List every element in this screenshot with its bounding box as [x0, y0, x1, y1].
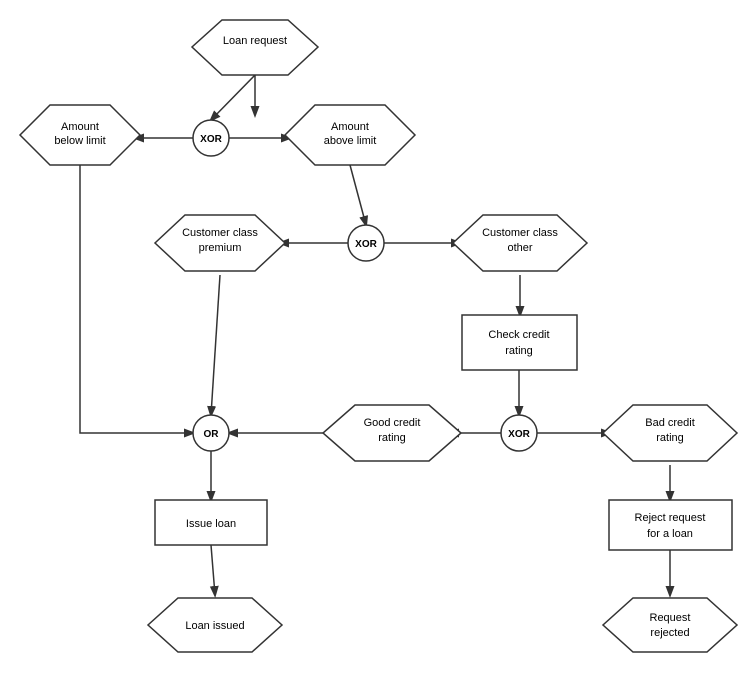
- reject-request-label: Reject request: [635, 512, 706, 524]
- reject-request-node: Reject request for a loan: [609, 500, 732, 550]
- check-credit-node: Check credit rating: [462, 315, 577, 370]
- loan-request-label: Loan request: [223, 35, 287, 47]
- amount-above-node: Amount above limit: [285, 105, 415, 165]
- customer-other-node: Customer class other: [453, 215, 587, 271]
- good-credit-node: Good credit rating: [323, 405, 461, 461]
- amount-below-label: Amount: [61, 121, 99, 133]
- or-label: OR: [204, 429, 220, 440]
- customer-premium-label: Customer class: [182, 227, 258, 239]
- svg-text:below limit: below limit: [54, 135, 105, 147]
- diagram-container: Loan request XOR Amount below limit Amou…: [0, 0, 746, 691]
- xor1-node: XOR: [193, 120, 229, 156]
- loan-request-node: Loan request: [192, 20, 318, 75]
- flowchart-svg: Loan request XOR Amount below limit Amou…: [0, 0, 746, 691]
- svg-text:premium: premium: [199, 242, 242, 254]
- svg-text:rating: rating: [505, 345, 533, 357]
- issue-loan-node: Issue loan: [155, 500, 267, 545]
- request-rejected-node: Request rejected: [603, 598, 737, 652]
- customer-premium-node: Customer class premium: [155, 215, 285, 271]
- loan-issued-node: Loan issued: [148, 598, 282, 652]
- good-credit-label: Good credit: [364, 417, 421, 429]
- or-node: OR: [193, 415, 229, 451]
- svg-text:other: other: [507, 242, 532, 254]
- xor3-label: XOR: [508, 429, 530, 440]
- xor2-node: XOR: [348, 225, 384, 261]
- request-rejected-label: Request: [650, 612, 691, 624]
- xor2-label: XOR: [355, 239, 377, 250]
- xor1-label: XOR: [200, 134, 222, 145]
- svg-text:rating: rating: [656, 432, 684, 444]
- svg-text:rejected: rejected: [650, 627, 689, 639]
- customer-other-label: Customer class: [482, 227, 558, 239]
- amount-below-node: Amount below limit: [20, 105, 140, 165]
- issue-loan-label: Issue loan: [186, 518, 236, 530]
- svg-text:above limit: above limit: [324, 135, 377, 147]
- bad-credit-label: Bad credit: [645, 417, 695, 429]
- bad-credit-node: Bad credit rating: [603, 405, 737, 461]
- loan-issued-label: Loan issued: [185, 620, 244, 632]
- svg-text:for a loan: for a loan: [647, 528, 693, 540]
- svg-text:rating: rating: [378, 432, 406, 444]
- check-credit-label: Check credit: [488, 329, 549, 341]
- xor3-node: XOR: [501, 415, 537, 451]
- amount-above-label: Amount: [331, 121, 369, 133]
